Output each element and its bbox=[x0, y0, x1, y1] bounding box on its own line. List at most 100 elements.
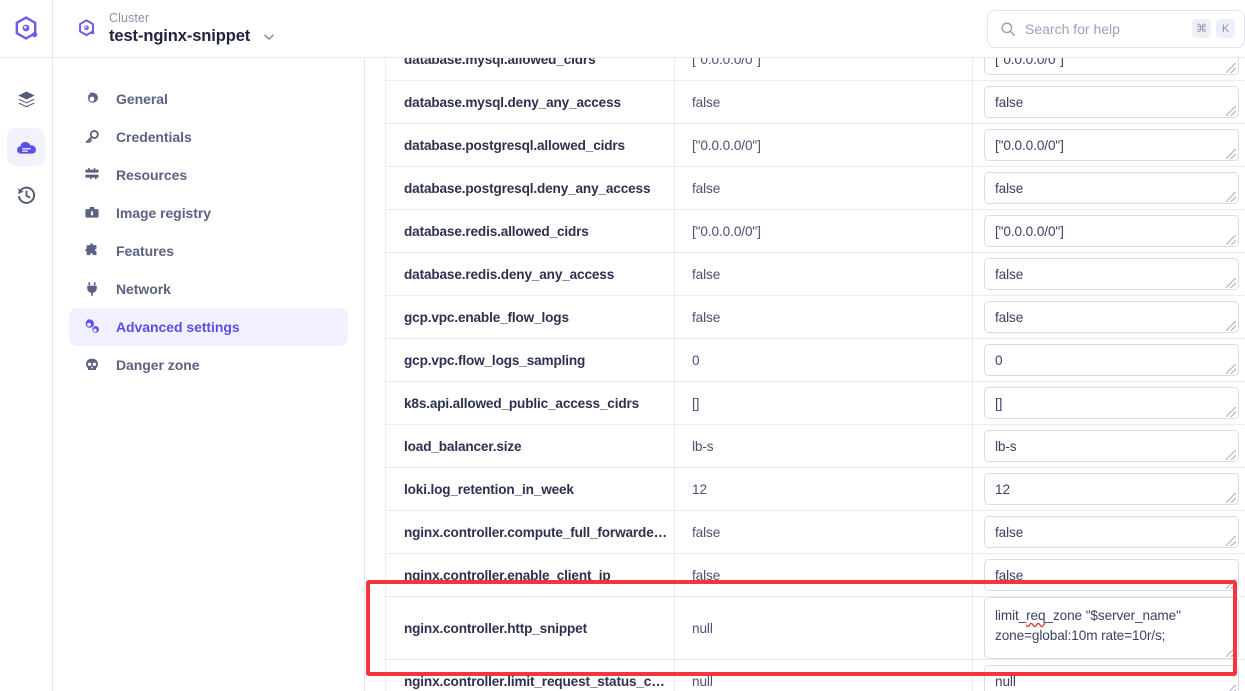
setting-edit-cell: false bbox=[973, 554, 1245, 597]
setting-key: database.postgresql.allowed_cidrs bbox=[386, 124, 675, 167]
sidebar-item-danger-zone[interactable]: Danger zone bbox=[69, 346, 348, 384]
table-row[interactable]: database.redis.deny_any_access false fal… bbox=[386, 253, 1245, 296]
setting-edit-cell: false bbox=[973, 253, 1245, 296]
settings-table-scroll[interactable]: database.mysql.allowed_cidrs ["0.0.0.0/0… bbox=[385, 58, 1245, 691]
rail-item-layers[interactable] bbox=[7, 80, 45, 118]
setting-edit-textarea[interactable]: null bbox=[984, 665, 1239, 691]
table-row[interactable]: database.postgresql.deny_any_access fals… bbox=[386, 167, 1245, 210]
resize-grip-icon[interactable] bbox=[1226, 106, 1236, 116]
setting-edit-cell: limit_req_zone "$server_name" zone=globa… bbox=[973, 597, 1245, 660]
setting-edit-textarea[interactable]: ["0.0.0.0/0"] bbox=[984, 215, 1239, 247]
setting-edit-textarea[interactable]: false bbox=[984, 172, 1239, 204]
search-input[interactable]: Search for help ⌘ K bbox=[987, 10, 1245, 48]
setting-value: 12 bbox=[675, 468, 973, 511]
sidebar-item-image-registry[interactable]: Image registry bbox=[69, 194, 348, 232]
layers-icon bbox=[16, 89, 37, 110]
search-placeholder: Search for help bbox=[1025, 20, 1183, 38]
setting-edit-textarea[interactable]: 12 bbox=[984, 473, 1239, 505]
sidebar-item-advanced-settings[interactable]: Advanced settings bbox=[69, 308, 348, 346]
sidebar-item-credentials[interactable]: Credentials bbox=[69, 118, 348, 156]
setting-key: database.redis.deny_any_access bbox=[386, 253, 675, 296]
table-row[interactable]: nginx.controller.enable_client_ip false … bbox=[386, 554, 1245, 597]
settings-gears-icon bbox=[83, 319, 100, 336]
sidebar-item-features[interactable]: Features bbox=[69, 232, 348, 270]
sidebar-item-general[interactable]: General bbox=[69, 80, 348, 118]
setting-value: ["0.0.0.0/0"] bbox=[675, 210, 973, 253]
setting-edit-cell: false bbox=[973, 167, 1245, 210]
setting-key: nginx.controller.limit_request_status_c… bbox=[386, 660, 675, 691]
rail-item-history[interactable] bbox=[7, 176, 45, 214]
table-row[interactable]: gcp.vpc.flow_logs_sampling 0 0 bbox=[386, 339, 1245, 382]
setting-edit-text: false bbox=[995, 181, 1023, 196]
table-row[interactable]: database.mysql.deny_any_access false fal… bbox=[386, 81, 1245, 124]
setting-edit-cell: ["0.0.0.0/0"] bbox=[973, 58, 1245, 81]
table-row[interactable]: nginx.controller.compute_full_forwarde… … bbox=[386, 511, 1245, 554]
search-area: Search for help ⌘ K bbox=[987, 0, 1245, 57]
resize-grip-icon[interactable] bbox=[1226, 647, 1236, 657]
setting-edit-textarea[interactable]: [] bbox=[984, 387, 1239, 419]
resize-grip-icon[interactable] bbox=[1226, 685, 1236, 691]
setting-edit-textarea[interactable]: false bbox=[984, 86, 1239, 118]
setting-edit-cell: ["0.0.0.0/0"] bbox=[973, 210, 1245, 253]
table-row-http-snippet[interactable]: nginx.controller.http_snippet null limit… bbox=[386, 597, 1245, 660]
puzzle-icon bbox=[83, 243, 100, 259]
setting-key: database.redis.allowed_cidrs bbox=[386, 210, 675, 253]
resize-grip-icon[interactable] bbox=[1226, 149, 1236, 159]
setting-edit-textarea[interactable]: false bbox=[984, 301, 1239, 333]
setting-edit-text: false bbox=[995, 568, 1023, 583]
resize-grip-icon[interactable] bbox=[1226, 235, 1236, 245]
cluster-cube-icon bbox=[75, 18, 97, 40]
table-row[interactable]: gcp.vpc.enable_flow_logs false false bbox=[386, 296, 1245, 339]
http-snippet-textarea[interactable]: limit_req_zone "$server_name" zone=globa… bbox=[984, 597, 1239, 659]
setting-value: false bbox=[675, 296, 973, 339]
setting-value: false bbox=[675, 253, 973, 296]
table-row[interactable]: loki.log_retention_in_week 12 12 bbox=[386, 468, 1245, 511]
resize-grip-icon[interactable] bbox=[1226, 450, 1236, 460]
advanced-settings-content: database.mysql.allowed_cidrs ["0.0.0.0/0… bbox=[365, 58, 1245, 691]
table-row[interactable]: database.postgresql.allowed_cidrs ["0.0.… bbox=[386, 124, 1245, 167]
sidebar-item-label: General bbox=[116, 91, 168, 107]
rail-item-clusters[interactable] bbox=[7, 128, 45, 166]
setting-edit-text: false bbox=[995, 267, 1023, 282]
setting-edit-textarea[interactable]: false bbox=[984, 516, 1239, 548]
setting-value: null bbox=[675, 597, 973, 660]
table-row[interactable]: k8s.api.allowed_public_access_cidrs [] [… bbox=[386, 382, 1245, 425]
snippet-text-misspelled: req bbox=[1026, 608, 1045, 623]
setting-value: false bbox=[675, 554, 973, 597]
resize-grip-icon[interactable] bbox=[1226, 364, 1236, 374]
resize-grip-icon[interactable] bbox=[1226, 493, 1236, 503]
resize-grip-icon[interactable] bbox=[1226, 579, 1236, 589]
setting-edit-textarea[interactable]: ["0.0.0.0/0"] bbox=[984, 58, 1239, 75]
briefcase-icon bbox=[83, 205, 100, 221]
setting-key: gcp.vpc.enable_flow_logs bbox=[386, 296, 675, 339]
cluster-kicker-label: Cluster bbox=[109, 10, 276, 26]
table-row[interactable]: database.mysql.allowed_cidrs ["0.0.0.0/0… bbox=[386, 58, 1245, 81]
resize-grip-icon[interactable] bbox=[1226, 536, 1236, 546]
setting-edit-textarea[interactable]: ["0.0.0.0/0"] bbox=[984, 129, 1239, 161]
setting-edit-textarea[interactable]: lb-s bbox=[984, 430, 1239, 462]
resize-grip-icon[interactable] bbox=[1226, 63, 1236, 73]
setting-value: 0 bbox=[675, 339, 973, 382]
chevron-down-icon[interactable] bbox=[262, 30, 276, 44]
sidebar-item-resources[interactable]: Resources bbox=[69, 156, 348, 194]
sidebar-item-label: Credentials bbox=[116, 129, 192, 145]
setting-edit-cell: ["0.0.0.0/0"] bbox=[973, 124, 1245, 167]
setting-value: lb-s bbox=[675, 425, 973, 468]
sidebar-item-label: Features bbox=[116, 243, 174, 259]
table-row[interactable]: database.redis.allowed_cidrs ["0.0.0.0/0… bbox=[386, 210, 1245, 253]
sidebar-item-network[interactable]: Network bbox=[69, 270, 348, 308]
resize-grip-icon[interactable] bbox=[1226, 192, 1236, 202]
setting-edit-textarea[interactable]: false bbox=[984, 258, 1239, 290]
setting-edit-textarea[interactable]: false bbox=[984, 559, 1239, 591]
table-row[interactable]: nginx.controller.limit_request_status_c…… bbox=[386, 660, 1245, 691]
setting-edit-textarea[interactable]: 0 bbox=[984, 344, 1239, 376]
resize-grip-icon[interactable] bbox=[1226, 321, 1236, 331]
setting-edit-text: 0 bbox=[995, 353, 1002, 368]
table-row[interactable]: load_balancer.size lb-s lb-s bbox=[386, 425, 1245, 468]
cluster-selector[interactable]: Cluster test-nginx-snippet bbox=[53, 0, 987, 57]
resize-grip-icon[interactable] bbox=[1226, 407, 1236, 417]
setting-edit-cell: false bbox=[973, 296, 1245, 339]
setting-edit-text: ["0.0.0.0/0"] bbox=[995, 58, 1064, 67]
resize-grip-icon[interactable] bbox=[1226, 278, 1236, 288]
brand-logo-cell[interactable] bbox=[0, 0, 53, 57]
